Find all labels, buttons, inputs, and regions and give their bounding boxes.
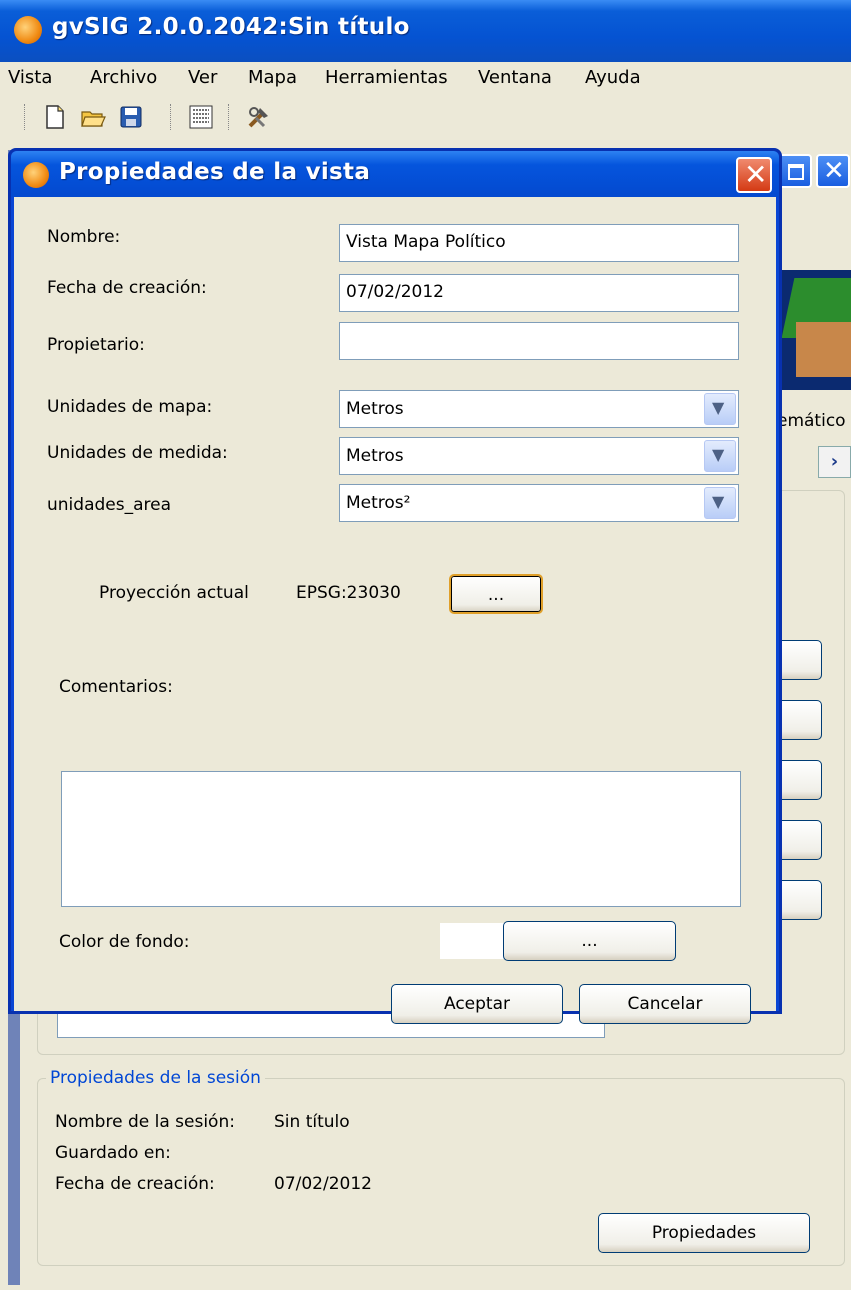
dialog-titlebar[interactable]: Propiedades de la vista ✕ — [11, 151, 779, 197]
gvsig-logo-icon — [14, 16, 42, 44]
menu-mapa[interactable]: Mapa — [248, 67, 297, 88]
projection-label: Proyección actual — [99, 583, 249, 603]
toolbar-grip[interactable] — [24, 104, 27, 130]
session-date-label: Fecha de creación: — [55, 1174, 215, 1194]
scroll-right-button[interactable]: › — [818, 446, 851, 478]
nombre-field[interactable]: Vista Mapa Político — [339, 224, 739, 262]
gvsig-logo-icon — [23, 162, 49, 188]
unidades-medida-select[interactable]: Metros ▼ — [339, 437, 739, 475]
color-select-button[interactable]: ... — [503, 921, 676, 961]
session-name-value: Sin título — [274, 1112, 350, 1132]
session-date-value: 07/02/2012 — [274, 1174, 372, 1194]
propietario-field[interactable] — [339, 322, 739, 360]
menu-herramientas[interactable]: Herramientas — [325, 67, 448, 88]
app-titlebar[interactable]: gvSIG 2.0.0.2042:Sin título — [0, 0, 851, 62]
propietario-label: Propietario: — [47, 335, 145, 355]
background-window-buttons: ✕ — [770, 150, 851, 194]
unidades-mapa-dropdown-button[interactable]: ▼ — [704, 393, 736, 425]
preferences-icon[interactable] — [188, 104, 214, 130]
projection-value: EPSG:23030 — [296, 583, 401, 603]
unidades-area-select[interactable]: Metros² ▼ — [339, 484, 739, 522]
new-document-icon[interactable] — [42, 104, 68, 130]
close-icon: ✕ — [744, 158, 768, 191]
view-properties-dialog: Propiedades de la vista ✕ Nombre: Vista … — [8, 148, 782, 1024]
session-name-label: Nombre de la sesión: — [55, 1112, 235, 1132]
dialog-close-button[interactable]: ✕ — [736, 157, 772, 193]
unidades-mapa-label: Unidades de mapa: — [47, 397, 213, 417]
color-fondo-label: Color de fondo: — [59, 932, 190, 952]
background-close-button[interactable]: ✕ — [816, 154, 850, 188]
maximize-icon — [788, 164, 804, 180]
toolbar-separator-2 — [228, 104, 231, 130]
unidades-area-dropdown-button[interactable]: ▼ — [704, 487, 736, 519]
dialog-body: Nombre: Vista Mapa Político Fecha de cre… — [14, 197, 776, 1024]
fecha-field[interactable]: 07/02/2012 — [339, 274, 739, 312]
menubar: Vista Archivo Ver Mapa Herramientas Vent… — [0, 62, 851, 96]
comentarios-textarea[interactable] — [61, 771, 741, 907]
projection-select-button[interactable]: ... — [449, 574, 543, 614]
unidades-area-value: Metros² — [346, 493, 411, 513]
close-icon: ✕ — [823, 156, 845, 186]
menu-ver[interactable]: Ver — [188, 67, 217, 88]
app-title: gvSIG 2.0.0.2042:Sin título — [52, 14, 410, 40]
menu-ayuda[interactable]: Ayuda — [585, 67, 641, 88]
session-saved-label: Guardado en: — [55, 1143, 171, 1163]
toolbar-separator — [170, 104, 173, 130]
maximize-button[interactable] — [778, 154, 812, 188]
unidades-area-label: unidades_area — [47, 495, 171, 515]
chevron-down-icon: ▼ — [712, 398, 725, 417]
session-properties-button[interactable]: Propiedades — [598, 1213, 810, 1253]
session-legend: Propiedades de la sesión — [46, 1068, 265, 1088]
menu-ventana[interactable]: Ventana — [478, 67, 552, 88]
unidades-mapa-select[interactable]: Metros ▼ — [339, 390, 739, 428]
box-icon — [796, 322, 851, 377]
color-swatch — [440, 923, 506, 959]
save-icon[interactable] — [118, 104, 144, 130]
thematic-map-icon[interactable] — [778, 270, 851, 390]
unidades-medida-label: Unidades de medida: — [47, 443, 228, 463]
unidades-medida-dropdown-button[interactable]: ▼ — [704, 440, 736, 472]
aceptar-button[interactable]: Aceptar — [391, 984, 563, 1024]
nombre-label: Nombre: — [47, 227, 121, 247]
chevron-down-icon: ▼ — [712, 445, 725, 464]
comentarios-label: Comentarios: — [59, 677, 173, 697]
chevron-down-icon: ▼ — [712, 492, 725, 511]
fecha-label: Fecha de creación: — [47, 278, 207, 298]
unidades-mapa-value: Metros — [346, 399, 404, 419]
dialog-title: Propiedades de la vista — [59, 159, 371, 185]
cancelar-button[interactable]: Cancelar — [579, 984, 751, 1024]
menu-vista[interactable]: Vista — [8, 67, 52, 88]
open-folder-icon[interactable] — [80, 104, 106, 130]
menu-archivo[interactable]: Archivo — [90, 67, 157, 88]
tools-icon[interactable] — [246, 104, 272, 130]
unidades-medida-value: Metros — [346, 446, 404, 466]
document-type-label[interactable]: emático — [777, 411, 846, 431]
toolbar — [0, 96, 851, 140]
